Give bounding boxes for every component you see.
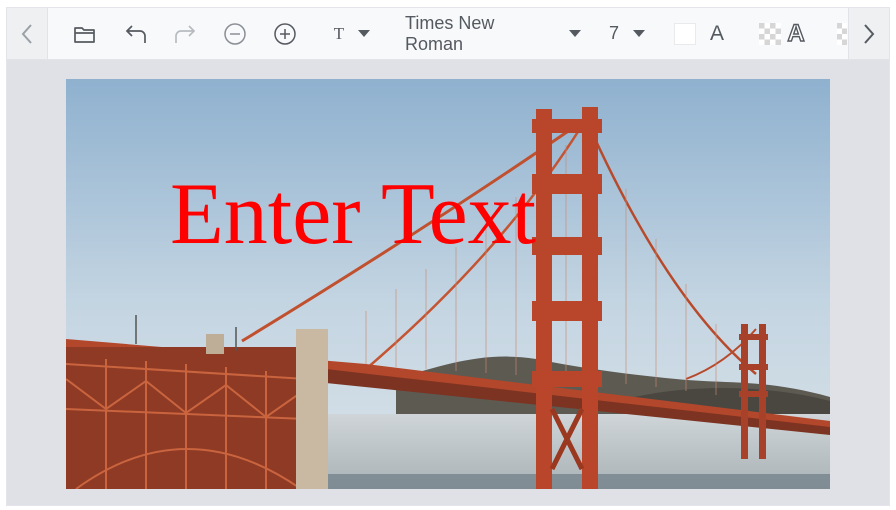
toolbar: T Times New Roman 7 A A <box>7 8 889 60</box>
redo-icon <box>175 24 196 43</box>
zoom-out-button[interactable] <box>219 8 251 59</box>
stroke-color-button[interactable]: A <box>755 8 809 59</box>
image-editor: T Times New Roman 7 A A Enter Text <box>6 7 890 506</box>
chevron-left-icon <box>21 23 32 44</box>
partial-swatch <box>837 8 847 59</box>
font-size-value: 7 <box>608 23 619 43</box>
font-family-value: Times New Roman <box>405 12 495 54</box>
zoom-in-button[interactable] <box>269 8 301 59</box>
undo-icon <box>125 24 146 43</box>
text-tool-icon: T <box>333 23 345 43</box>
font-color-button[interactable]: A <box>673 8 725 59</box>
chevron-down-icon <box>358 30 371 37</box>
transparent-swatch-icon <box>837 22 847 45</box>
undo-button[interactable] <box>120 8 152 59</box>
font-family-dropdown[interactable]: Times New Roman <box>405 8 581 59</box>
folder-open-icon <box>74 26 95 43</box>
zoom-out-icon <box>224 22 246 45</box>
zoom-in-icon <box>274 22 296 45</box>
font-color-icon: A <box>709 21 724 45</box>
text-tool-dropdown[interactable]: T <box>327 8 377 59</box>
chevron-down-icon <box>633 30 645 37</box>
font-size-dropdown[interactable]: 7 <box>605 8 649 59</box>
image-canvas[interactable]: Enter Text <box>66 79 830 489</box>
redo-button[interactable] <box>169 8 201 59</box>
outline-text-icon: A <box>787 19 806 47</box>
chevron-right-icon <box>864 23 875 44</box>
chevron-down-icon <box>569 30 581 37</box>
bridge-photo <box>66 79 830 489</box>
toolbar-scroll-left-button[interactable] <box>7 8 48 59</box>
transparent-swatch-icon <box>759 22 782 45</box>
open-button[interactable] <box>69 8 101 59</box>
text-layer[interactable]: Enter Text <box>170 171 536 259</box>
toolbar-scroll-right-button[interactable] <box>848 8 889 59</box>
font-color-swatch <box>673 22 696 45</box>
